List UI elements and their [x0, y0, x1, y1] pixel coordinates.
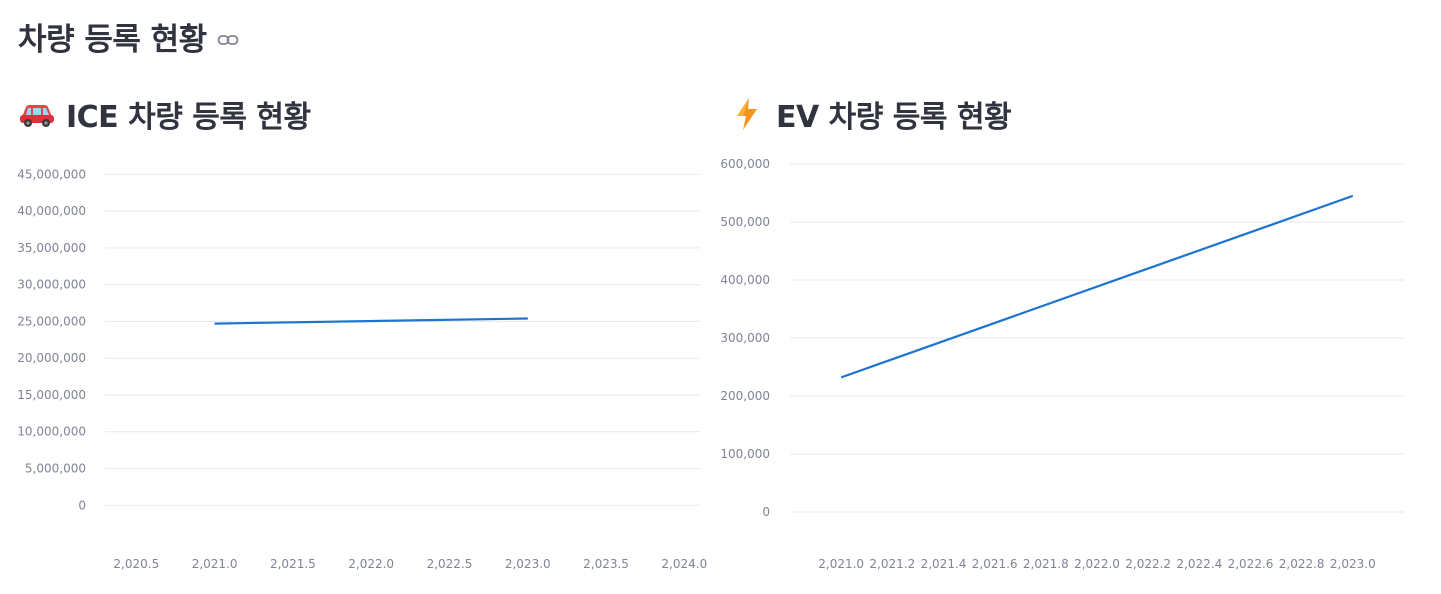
ice-x-tick-label: 2,021.5: [270, 557, 316, 571]
ice-y-tick-label: 25,000,000: [17, 314, 86, 328]
ice-heading: ICE 차량 등록 현황: [66, 100, 311, 135]
ev-heading: EV 차량 등록 현황: [776, 100, 1012, 135]
ev-y-tick-label: 200,000: [720, 389, 770, 403]
ev-panel: EV 차량 등록 현황: [728, 92, 1418, 136]
link-icon[interactable]: [217, 33, 239, 47]
ev-y-tick-label: 100,000: [720, 447, 770, 461]
ev-y-tick-label: 0: [762, 505, 770, 519]
ice-panel: ICE 차량 등록 현황: [18, 92, 708, 136]
ice-y-tick-label: 45,000,000: [17, 167, 86, 181]
ev-x-tick-label: 2,022.4: [1176, 557, 1222, 571]
ev-x-tick-label: 2,021.6: [972, 557, 1018, 571]
ice-y-tick-label: 15,000,000: [17, 388, 86, 402]
ice-x-tick-label: 2,024.0: [661, 557, 707, 571]
ev-x-tick-label: 2,022.8: [1279, 557, 1325, 571]
ev-y-tick-label: 500,000: [720, 215, 770, 229]
car-icon: [18, 95, 56, 133]
ev-y-tick-label: 600,000: [720, 157, 770, 171]
ev-line-chart: 0 100,000 200,000 300,000 400,000 500,000 600,…: [720, 157, 1404, 571]
ice-y-tick-label: 20,000,000: [17, 351, 86, 365]
ev-series-line[interactable]: [840, 194, 1354, 379]
ev-y-tick-label: 300,000: [720, 331, 770, 345]
ev-x-tick-label: 2,021.2: [869, 557, 915, 571]
page-title-row: 차량 등록 현황: [18, 14, 239, 59]
ev-x-tick-label: 2,022.0: [1074, 557, 1120, 571]
ice-x-tick-label: 2,022.0: [348, 557, 394, 571]
ice-y-tick-label: 40,000,000: [17, 204, 86, 218]
ice-y-tick-label: 30,000,000: [17, 278, 86, 292]
ice-x-tick-label: 2,021.0: [192, 557, 238, 571]
ice-heading-row: ICE 차량 등록 현황: [18, 92, 708, 136]
ev-x-tick-label: 2,022.6: [1228, 557, 1274, 571]
ev-x-tick-label: 2,021.4: [921, 557, 967, 571]
ev-x-tick-label: 2,023.0: [1330, 557, 1376, 571]
ice-x-tick-label: 2,022.5: [427, 557, 473, 571]
ice-y-tick-label: 0: [78, 498, 86, 512]
ice-y-tick-label: 5,000,000: [25, 461, 86, 475]
ice-y-tick-label: 10,000,000: [17, 425, 86, 439]
ice-x-tick-label: 2,020.5: [113, 557, 159, 571]
ev-y-tick-label: 400,000: [720, 273, 770, 287]
ev-x-tick-label: 2,022.2: [1125, 557, 1171, 571]
ev-x-tick-label: 2,021.0: [818, 557, 864, 571]
page-title: 차량 등록 현황: [18, 22, 207, 58]
ice-y-tick-label: 35,000,000: [17, 241, 86, 255]
ice-x-tick-label: 2,023.0: [505, 557, 551, 571]
ev-heading-row: EV 차량 등록 현황: [728, 92, 1418, 136]
ice-x-tick-label: 2,023.5: [583, 557, 629, 571]
ice-line-chart: 0 5,000,000 10,000,000 15,000,000 20,000,000…: [17, 167, 707, 571]
lightning-icon: [728, 95, 766, 133]
ev-x-tick-label: 2,021.8: [1023, 557, 1069, 571]
